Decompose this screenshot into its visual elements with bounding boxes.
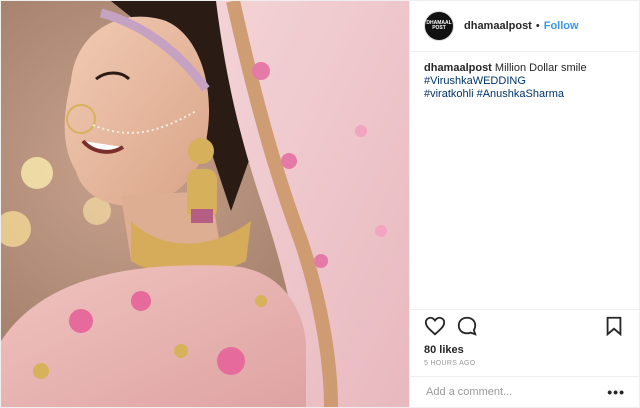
hashtag-link[interactable]: #VirushkaWEDDING [424, 75, 526, 87]
bride-photo-illustration [1, 1, 409, 407]
comment-icon[interactable] [456, 315, 478, 337]
comment-form: ••• [410, 376, 639, 407]
bookmark-icon[interactable] [603, 315, 625, 337]
caption-username[interactable]: dhamaalpost [424, 62, 492, 74]
avatar[interactable]: DHAMAAL POST [424, 11, 454, 41]
more-options-icon[interactable]: ••• [607, 384, 625, 400]
action-bar [410, 309, 639, 342]
separator-dot: • [535, 20, 540, 32]
post-header: DHAMAAL POST dhamaalpost • Follow [410, 1, 639, 52]
heart-icon[interactable] [424, 315, 446, 337]
post-container: DHAMAAL POST dhamaalpost • Follow dhamaa… [0, 0, 640, 408]
header-username[interactable]: dhamaalpost [464, 20, 532, 32]
follow-button[interactable]: Follow [544, 20, 579, 32]
caption-hashtags: #VirushkaWEDDING #viratkohli #AnushkaSha… [424, 75, 625, 101]
caption-text: Million Dollar smile [494, 62, 587, 74]
avatar-logo-text: DHAMAAL POST [426, 20, 452, 31]
post-timestamp: 5 HOURS AGO [424, 360, 476, 367]
caption-line: dhamaalpost Million Dollar smile [424, 62, 625, 75]
caption-area: dhamaalpost Million Dollar smile #Virush… [410, 52, 639, 309]
comment-input[interactable] [424, 385, 608, 399]
hashtag-link[interactable]: #viratkohli [424, 88, 474, 100]
post-sidebar: DHAMAAL POST dhamaalpost • Follow dhamaa… [409, 1, 639, 407]
hashtag-link[interactable]: #AnushkaSharma [477, 88, 564, 100]
post-photo[interactable] [1, 1, 409, 407]
likes-count[interactable]: 80 likes [410, 342, 639, 358]
